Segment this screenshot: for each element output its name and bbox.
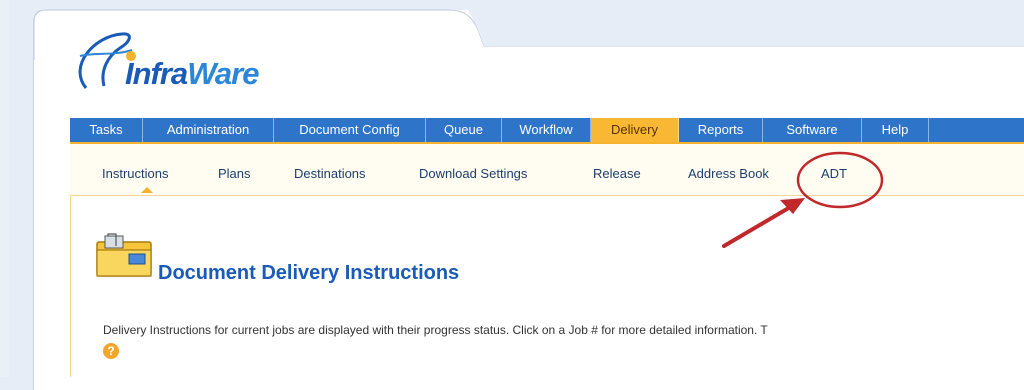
nav-administration[interactable]: Administration xyxy=(143,118,274,142)
main-nav: Tasks Administration Document Config Que… xyxy=(70,118,1024,144)
nav-document-config[interactable]: Document Config xyxy=(274,118,426,142)
subnav-destinations[interactable]: Destinations xyxy=(294,166,366,181)
subnav-release[interactable]: Release xyxy=(593,166,641,181)
subnav-adt[interactable]: ADT xyxy=(821,166,847,181)
nav-software[interactable]: Software xyxy=(763,118,862,142)
logo-part-infra: Infra xyxy=(125,56,188,91)
logo-wordmark[interactable]: InfraWare xyxy=(125,56,259,92)
subnav-instructions[interactable]: Instructions xyxy=(102,166,168,181)
left-edge xyxy=(0,0,9,377)
nav-help[interactable]: Help xyxy=(862,118,929,142)
page-title: Document Delivery Instructions xyxy=(158,262,460,284)
active-subtab-indicator xyxy=(141,187,153,193)
nav-reports[interactable]: Reports xyxy=(679,118,763,142)
folder-icon xyxy=(96,233,152,277)
sub-nav: Instructions Plans Destinations Download… xyxy=(70,144,1024,196)
nav-queue[interactable]: Queue xyxy=(426,118,502,142)
subnav-download-settings[interactable]: Download Settings xyxy=(419,166,527,181)
content-left-border xyxy=(70,196,71,377)
help-icon[interactable]: ? xyxy=(103,343,119,359)
nav-delivery[interactable]: Delivery xyxy=(591,118,679,142)
subnav-plans[interactable]: Plans xyxy=(218,166,251,181)
subnav-address-book[interactable]: Address Book xyxy=(688,166,769,181)
nav-workflow[interactable]: Workflow xyxy=(502,118,591,142)
nav-tasks[interactable]: Tasks xyxy=(70,118,143,142)
page-description: Delivery Instructions for current jobs a… xyxy=(103,323,768,337)
logo-part-ware: Ware xyxy=(187,56,259,91)
